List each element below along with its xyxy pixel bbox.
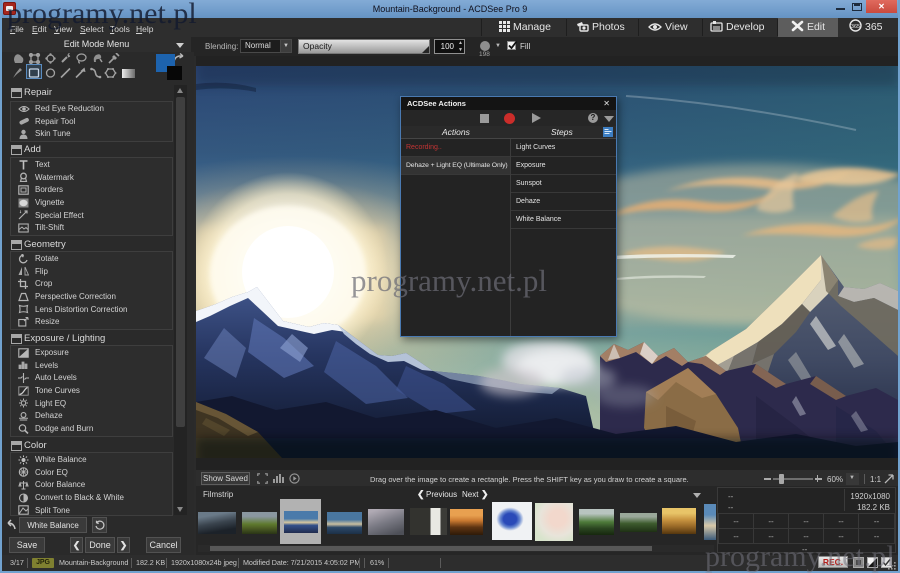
svg-text:365: 365 xyxy=(851,24,860,30)
